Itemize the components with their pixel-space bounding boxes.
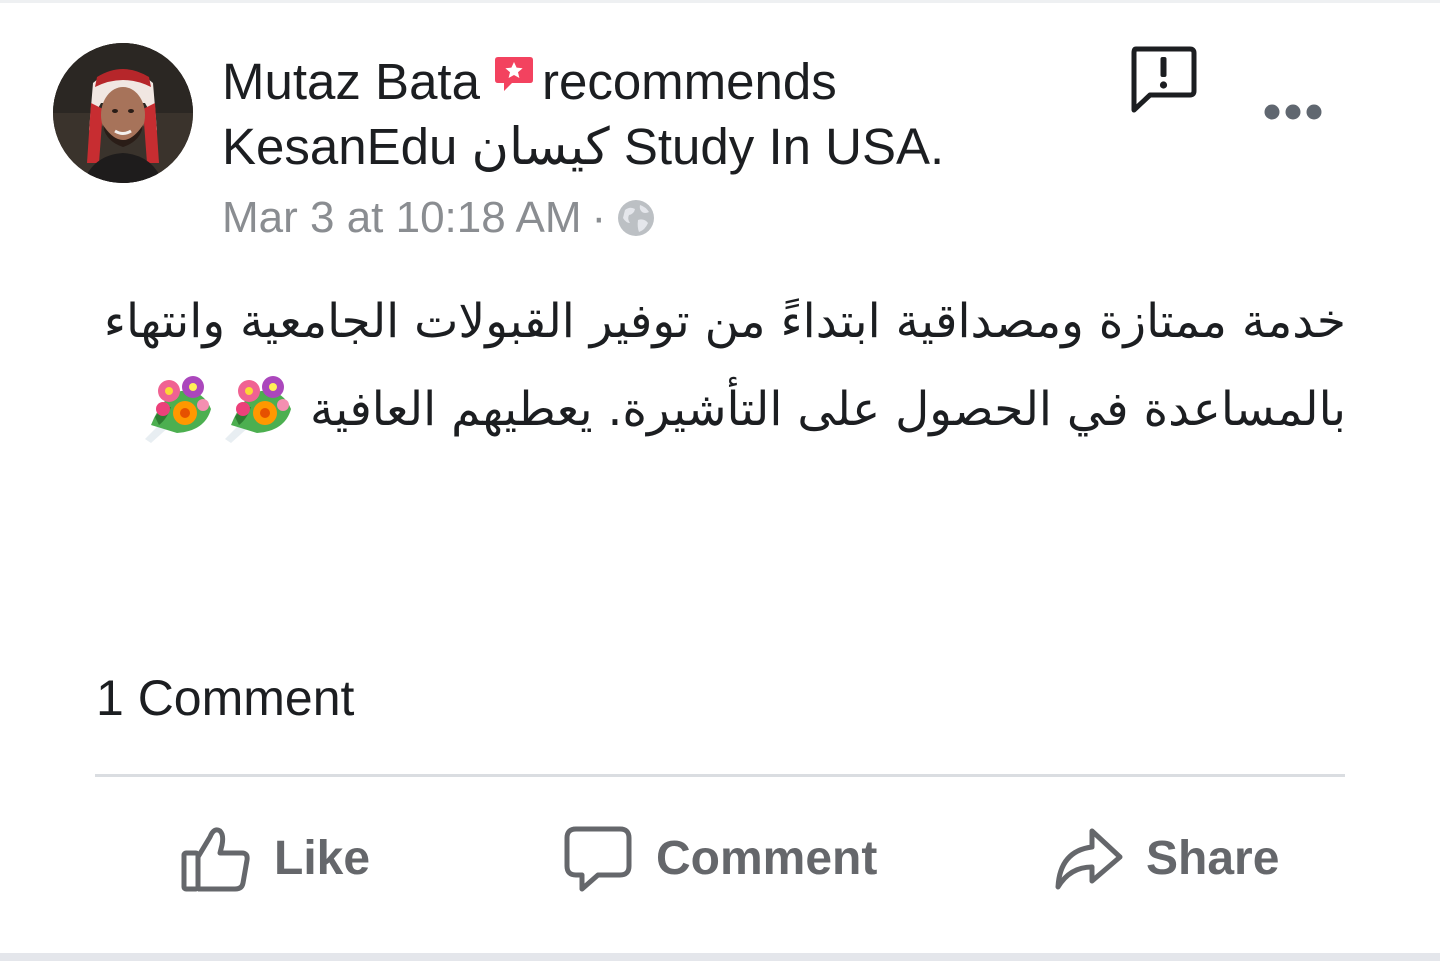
- post-header: Mutaz Bata recommends KesanEdu كيسان Stu…: [222, 44, 1102, 250]
- page-name-link[interactable]: KesanEdu كيسان Study In USA.: [222, 118, 944, 175]
- author-name[interactable]: Mutaz Bata: [222, 53, 480, 110]
- meta-separator: ·: [591, 193, 607, 242]
- post-meta: Mar 3 at 10:18 AM ·: [222, 192, 1102, 250]
- more-options-button[interactable]: [1258, 94, 1328, 130]
- comment-bubble-icon: [564, 826, 632, 892]
- more-options-icon: [1264, 104, 1322, 120]
- post-card: Mutaz Bata recommends KesanEdu كيسان Stu…: [0, 0, 1440, 961]
- share-button[interactable]: Share: [1052, 818, 1279, 898]
- bottom-divider: [0, 953, 1440, 961]
- report-button[interactable]: [1126, 44, 1200, 114]
- comment-label: Comment: [656, 831, 878, 885]
- top-divider: [0, 0, 1440, 3]
- thumbs-up-icon: [181, 827, 250, 892]
- like-label: Like: [274, 831, 371, 885]
- globe-icon: [616, 198, 656, 250]
- share-arrow-icon: [1055, 828, 1123, 890]
- bouquet-icon: [141, 369, 215, 472]
- timestamp[interactable]: Mar 3 at 10:18 AM: [222, 193, 582, 242]
- recommend-icon: [494, 44, 534, 108]
- avatar[interactable]: [53, 43, 193, 183]
- post-title-line: Mutaz Bata recommends: [222, 44, 1102, 114]
- action-bar-divider: [95, 774, 1345, 777]
- comment-count-link[interactable]: 1 Comment: [96, 668, 354, 728]
- report-icon: [1131, 46, 1197, 113]
- bouquet-icon: [221, 369, 295, 472]
- post-text: خدمة ممتازة ومصداقية ابتداءً من توفير ال…: [70, 278, 1346, 472]
- like-button[interactable]: Like: [180, 818, 370, 898]
- share-label: Share: [1146, 831, 1280, 885]
- comment-button[interactable]: Comment: [562, 818, 877, 898]
- recommends-text: recommends: [541, 53, 837, 110]
